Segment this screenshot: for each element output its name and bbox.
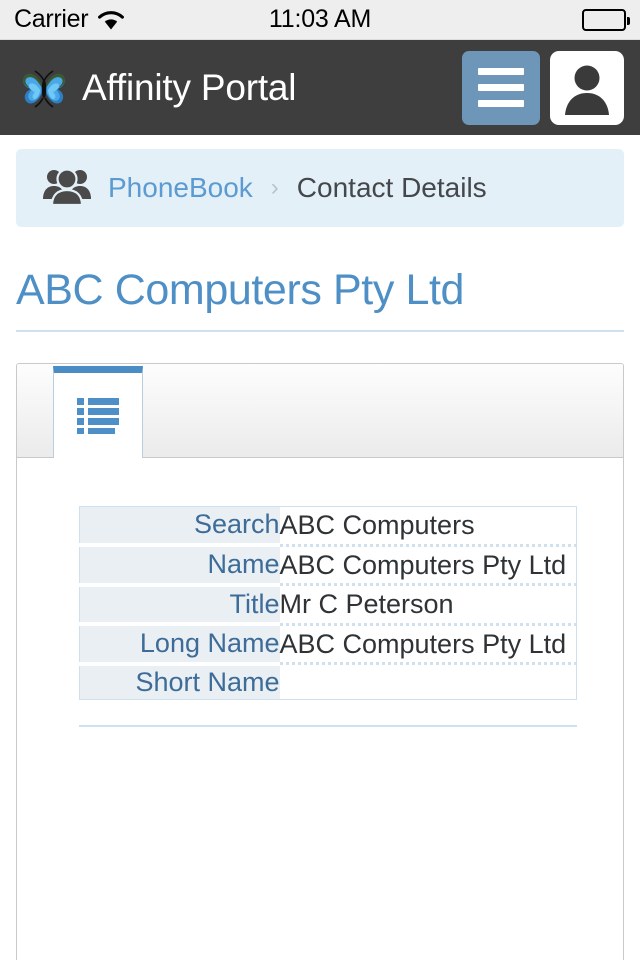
table-row bbox=[79, 725, 577, 727]
contact-details-table-secondary bbox=[79, 725, 577, 728]
table-row: Title Mr C Peterson bbox=[79, 584, 577, 627]
list-view-icon bbox=[77, 397, 119, 435]
row-label: Name bbox=[79, 545, 280, 587]
table-row: Long Name ABC Computers Pty Ltd bbox=[79, 624, 577, 666]
battery-full-icon bbox=[582, 8, 630, 31]
row-value: ABC Computers Pty Ltd bbox=[279, 545, 577, 587]
contact-details-table: Search ABC Computers Name ABC Computers … bbox=[79, 506, 577, 701]
breadcrumb-link-phonebook[interactable]: PhoneBook bbox=[108, 172, 253, 204]
page-title: ABC Computers Pty Ltd bbox=[16, 266, 624, 333]
row-value: Mr C Peterson bbox=[279, 584, 577, 626]
table-row: Short Name bbox=[79, 663, 577, 700]
breadcrumb: PhoneBook › Contact Details bbox=[16, 149, 624, 227]
user-avatar-icon[interactable] bbox=[550, 50, 624, 125]
table-row: Name ABC Computers Pty Ltd bbox=[79, 545, 577, 587]
contact-details-card: Search ABC Computers Name ABC Computers … bbox=[16, 363, 624, 960]
status-bar-right bbox=[582, 8, 630, 31]
header-actions bbox=[462, 50, 624, 125]
row-value bbox=[279, 725, 577, 727]
people-group-icon bbox=[42, 166, 92, 211]
status-bar-clock: 11:03 AM bbox=[268, 5, 372, 33]
row-label: Title bbox=[79, 584, 280, 627]
app-header: Affinity Portal bbox=[0, 40, 640, 135]
row-label bbox=[79, 725, 280, 727]
butterfly-logo-icon bbox=[20, 64, 68, 112]
tab-strip bbox=[17, 364, 623, 459]
contact-details-body: Search ABC Computers Name ABC Computers … bbox=[79, 506, 577, 700]
brand: Affinity Portal bbox=[20, 64, 297, 112]
table-row: Search ABC Computers bbox=[79, 506, 577, 548]
ios-status-bar: Carrier 11:03 AM bbox=[0, 0, 640, 40]
row-label: Short Name bbox=[79, 663, 280, 700]
row-value bbox=[279, 663, 577, 700]
page-title-wrapper: ABC Computers Pty Ltd bbox=[0, 227, 640, 333]
breadcrumb-separator-icon: › bbox=[270, 174, 279, 201]
breadcrumb-wrapper: PhoneBook › Contact Details bbox=[0, 135, 640, 227]
app-title: Affinity Portal bbox=[82, 66, 297, 108]
row-label: Search bbox=[79, 506, 280, 548]
tab-details-list[interactable] bbox=[53, 366, 143, 459]
row-value: ABC Computers bbox=[279, 506, 577, 547]
hamburger-menu-icon[interactable] bbox=[462, 50, 540, 125]
contact-details-secondary-body bbox=[79, 725, 577, 727]
row-value: ABC Computers Pty Ltd bbox=[279, 624, 577, 666]
row-label: Long Name bbox=[79, 624, 280, 666]
breadcrumb-current: Contact Details bbox=[296, 172, 487, 203]
